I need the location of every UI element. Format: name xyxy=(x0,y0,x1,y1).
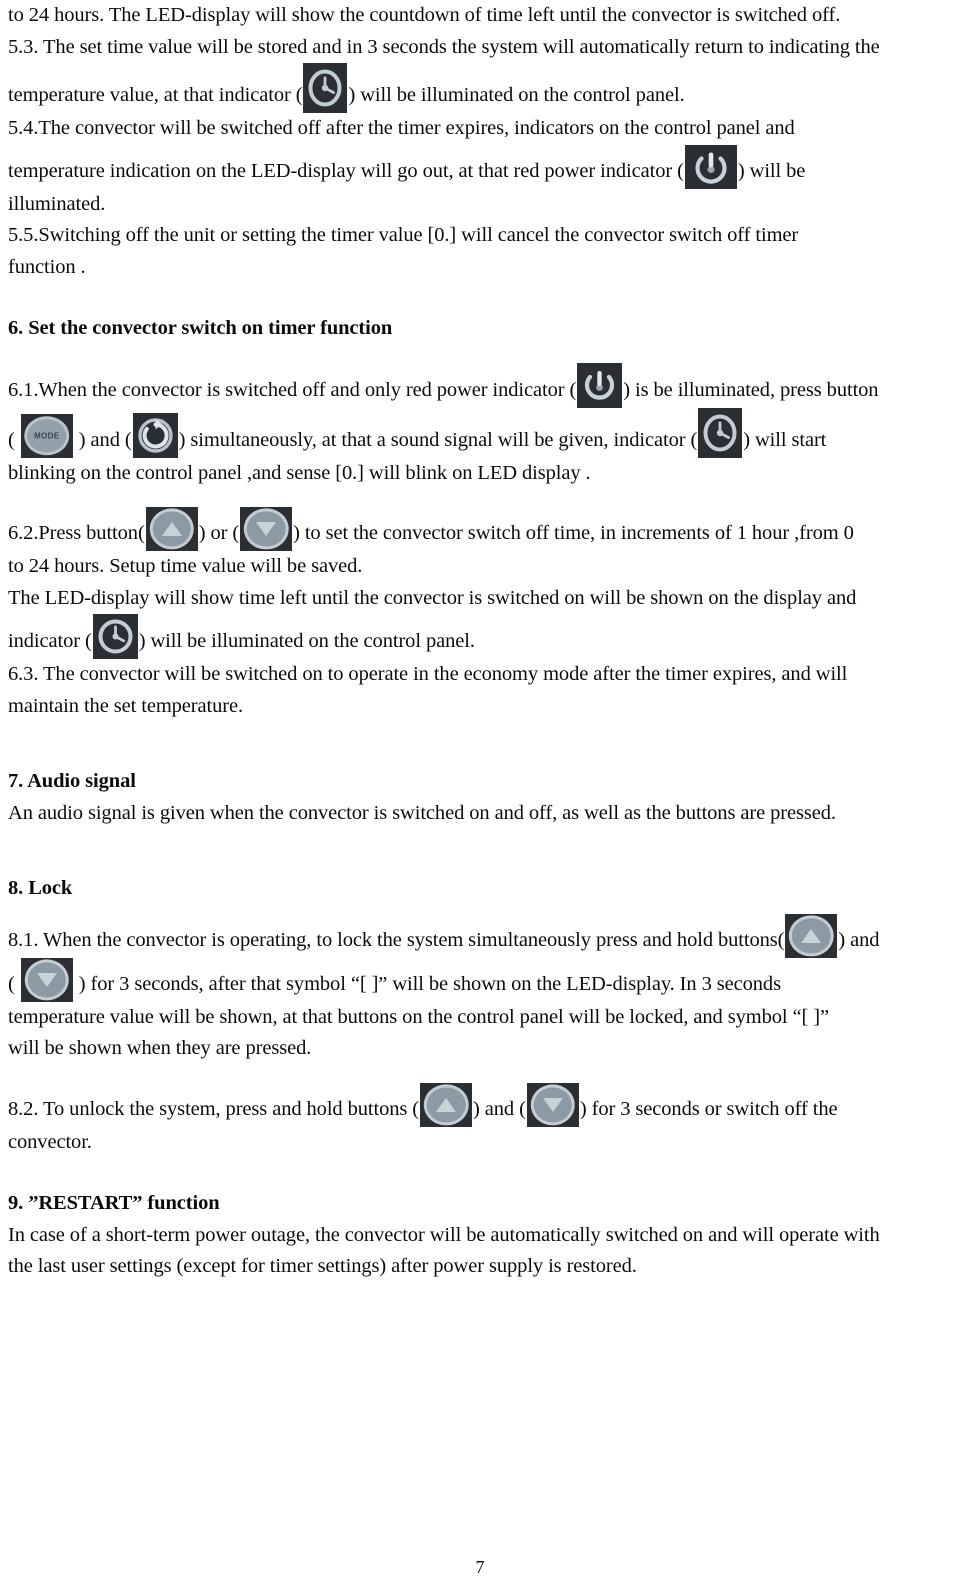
triangle-down-glyph xyxy=(542,1097,563,1112)
page-content: to 24 hours. The LED-display will show t… xyxy=(8,0,950,1283)
text-fragment: ) will start xyxy=(743,428,827,451)
text-fragment: 6.1.When the convector is switched off a… xyxy=(8,378,577,401)
paragraph-9-line1: In case of a short-term power outage, th… xyxy=(8,1223,880,1246)
paragraph-6-2-line3: The LED-display will show time left unti… xyxy=(8,586,857,609)
mode-button-label: MODE xyxy=(34,430,60,440)
manual-page: to 24 hours. The LED-display will show t… xyxy=(0,0,960,1596)
restart-cycle-icon xyxy=(132,412,178,458)
text-fragment: ) for 3 seconds, after that symbol “[ ]”… xyxy=(73,972,781,995)
paragraph-8-1-line4: will be shown when they are pressed. xyxy=(8,1037,312,1059)
text-fragment: ) simultaneously, at that a sound signal… xyxy=(178,428,698,451)
paragraph-6-1-line3: blinking on the control panel ,and sense… xyxy=(8,461,591,484)
text-fragment: 6.2.Press button( xyxy=(8,522,145,544)
text-fragment: ) for 3 seconds or switch off the xyxy=(579,1097,838,1120)
paragraph-6-2-line1: 6.2.Press button( ) or ( ) to set the conv… xyxy=(8,507,950,551)
arrow-down-button-icon xyxy=(526,1082,579,1127)
heading-6-switch-on-timer: 6. Set the convector switch on timer fun… xyxy=(8,317,393,339)
arrow-up-button-icon xyxy=(145,507,198,551)
paragraph-8-1-line3: temperature value will be shown, at that… xyxy=(8,1005,829,1028)
paragraph-6-1-line2: ( MODE ) and ( ) simultaneously, at that … xyxy=(8,407,950,458)
paragraph-8-1-line2: ( ) for 3 seconds, after that symbol “[ … xyxy=(8,957,950,1002)
text-fragment: indicator ( xyxy=(8,630,92,652)
text-fragment: ) is be illuminated, press button xyxy=(623,378,879,401)
paragraph-5-4-line1: 5.4.The convector will be switched off a… xyxy=(8,117,795,139)
triangle-up-glyph xyxy=(161,522,182,536)
paragraph-5-3-line1: 5.3. The set time value will be stored a… xyxy=(8,35,880,58)
text-fragment: ) will be illuminated on the control pan… xyxy=(348,84,685,106)
page-number: 7 xyxy=(475,1557,485,1577)
paragraph-6-1-line1: 6.1.When the convector is switched off a… xyxy=(8,362,950,408)
triangle-up-glyph xyxy=(436,1097,457,1112)
paragraph-8-2-line1: 8.2. To unlock the system, press and hol… xyxy=(8,1082,950,1127)
paragraph-8-2-line2: convector. xyxy=(8,1130,92,1153)
clock-timer-icon xyxy=(92,614,138,659)
paragraph-5-4-line3: illuminated. xyxy=(8,192,106,215)
paragraph-5-5-line1: 5.5.Switching off the unit or setting th… xyxy=(8,224,799,246)
text-fragment: ) and ( xyxy=(473,1097,526,1120)
power-icon xyxy=(577,362,623,408)
triangle-down-glyph xyxy=(36,972,57,987)
paragraph-5-5-line2: function . xyxy=(8,255,86,278)
paragraph-7: An audio signal is given when the convec… xyxy=(8,801,836,824)
text-fragment: ) will be illuminated on the control pan… xyxy=(138,630,475,652)
mode-button-icon: MODE xyxy=(20,413,73,458)
paragraph-6-3-line2: maintain the set temperature. xyxy=(8,694,244,717)
text-fragment: ( xyxy=(8,972,20,995)
paragraph-5-3-line2: temperature value, at that indicator ( ) … xyxy=(8,63,950,113)
text-fragment: temperature value, at that indicator ( xyxy=(8,84,303,106)
arrow-down-button-icon xyxy=(20,957,73,1002)
heading-9-restart-function: 9. ”RESTART” function xyxy=(8,1192,220,1214)
text-fragment: ( xyxy=(8,428,20,451)
text-fragment: ) and xyxy=(838,928,880,951)
triangle-up-glyph xyxy=(801,928,822,943)
paragraph-6-2-line2: to 24 hours. Setup time value will be sa… xyxy=(8,555,363,577)
text-fragment: 8.1. When the convector is operating, to… xyxy=(8,928,785,951)
paragraph-8-1-line1: 8.1. When the convector is operating, to… xyxy=(8,913,950,958)
clock-timer-icon xyxy=(303,63,348,113)
heading-8-lock: 8. Lock xyxy=(8,877,73,899)
paragraph-top-continuation: to 24 hours. The LED-display will show t… xyxy=(8,4,841,26)
paragraph-5-4-line2: temperature indication on the LED-displa… xyxy=(8,144,950,189)
triangle-down-glyph xyxy=(256,522,277,536)
arrow-up-button-icon xyxy=(420,1082,473,1127)
power-icon xyxy=(684,144,737,189)
text-fragment: ) to set the convector switch off time, … xyxy=(293,522,854,544)
paragraph-9-line2: the last user settings (except for timer… xyxy=(8,1255,637,1277)
text-fragment: ) will be xyxy=(737,159,806,182)
text-fragment: 8.2. To unlock the system, press and hol… xyxy=(8,1097,420,1120)
arrow-up-button-icon xyxy=(785,913,838,958)
clock-timer-icon xyxy=(698,407,743,458)
text-fragment: temperature indication on the LED-displa… xyxy=(8,159,684,182)
text-fragment: ) and ( xyxy=(73,428,132,451)
arrow-down-button-icon xyxy=(240,507,293,551)
paragraph-6-2-line4: indicator ( ) will be illuminated on the … xyxy=(8,614,950,659)
text-fragment: ) or ( xyxy=(198,522,240,544)
paragraph-6-3-line1: 6.3. The convector will be switched on t… xyxy=(8,663,848,685)
heading-7-audio-signal: 7. Audio signal xyxy=(8,770,136,792)
